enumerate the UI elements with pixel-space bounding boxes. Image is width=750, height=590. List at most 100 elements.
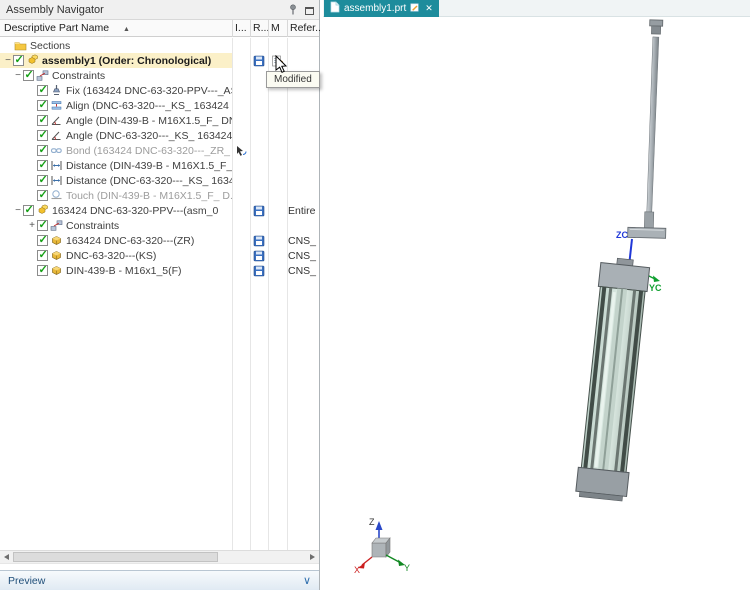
checkbox-checked[interactable] [37,145,48,156]
angle-constraint-icon [49,129,64,142]
tree-row-subassembly-163424[interactable]: − 163424 DNC-63-320-PPV---(asm_0 Entire [0,203,319,218]
expander-minus-icon[interactable]: − [13,68,23,83]
constraint-indicator-icon [232,143,250,158]
part-icon [49,249,64,262]
window-icon[interactable] [305,7,314,15]
column-modified[interactable]: M [268,20,287,37]
modified-tooltip: Modified [266,71,320,88]
column-read-only[interactable]: R... [250,20,268,37]
tree-row-constraint-bond[interactable]: Bond (163424 DNC-63-320---_ZR_ ... [0,143,319,158]
view-triad[interactable]: Z X Y [354,517,410,575]
saved-in-session-icon [250,263,268,278]
part-icon [49,234,64,247]
viewport-tab-bar: assembly1.prt ✕ [323,0,750,17]
3d-canvas[interactable]: ZC XC YC [323,17,750,590]
chevron-down-icon[interactable]: ∨ [303,574,311,587]
tab-assembly1-prt[interactable]: assembly1.prt ✕ [324,0,439,17]
checkbox-checked[interactable] [37,265,48,276]
tree-row-constraint-distance[interactable]: Distance (DIN-439-B - M16X1.5_F_... [0,158,319,173]
preview-section-header[interactable]: Preview ∨ [0,570,319,590]
column-reference-set[interactable]: Refer... [287,20,320,37]
part-document-icon [330,1,340,16]
angle-constraint-icon [49,114,64,127]
checkbox-checked[interactable] [37,220,48,231]
tree-row-constraint-touch[interactable]: Touch (DIN-439-B - M16X1.5_F_ D... [0,188,319,203]
pin-icon[interactable] [288,4,298,18]
constraints-icon [49,219,64,232]
row-label: 163424 DNC-63-320-PPV---(asm_0 [52,205,218,217]
tree-row-assembly1[interactable]: − assembly1 (Order: Chronological) [0,53,319,68]
tree-row-constraint-align[interactable]: Align (DNC-63-320---_KS_ 163424 ... [0,98,319,113]
expander-minus-icon[interactable]: − [3,53,13,68]
row-label: Angle (DNC-63-320---_KS_ 163424 ... [66,130,232,142]
align-constraint-icon [49,99,64,112]
assembly-icon [35,204,50,217]
tree-row-constraint-angle[interactable]: Angle (DNC-63-320---_KS_ 163424 ... [0,128,319,143]
row-label: Constraints [52,70,105,82]
row-label: Touch (DIN-439-B - M16X1.5_F_ D... [66,190,232,202]
expander-plus-icon[interactable]: + [27,218,37,233]
saved-in-session-icon [250,233,268,248]
sort-ascending-icon[interactable]: ▲ [123,26,130,33]
touch-constraint-icon [49,189,64,202]
part-icon [49,264,64,277]
row-label: Fix (163424 DNC-63-320-PPV---_AS... [66,85,232,97]
reference-set-value: CNS_ [288,248,319,263]
checkbox-checked[interactable] [37,175,48,186]
modified-icon[interactable] [268,53,286,68]
column-descriptive-part-name[interactable]: Descriptive Part Name ▲ [4,20,230,37]
assembly-navigator-panel: Assembly Navigator Descriptive Part Name… [0,0,320,590]
tree-row-part-ks[interactable]: DNC-63-320---(KS) CNS_ [0,248,319,263]
tree-row-sub-constraints[interactable]: + Constraints [0,218,319,233]
nx-window: Assembly Navigator Descriptive Part Name… [0,0,750,590]
scrollbar-thumb[interactable] [13,552,218,562]
triad-y-label: Y [404,563,410,573]
row-label: Sections [30,40,70,52]
checkbox-checked[interactable] [37,85,48,96]
checkbox-checked[interactable] [23,70,34,81]
triad-z-arrow [376,521,383,530]
row-label: Distance (DNC-63-320---_KS_ 1634... [66,175,232,187]
constraints-icon [35,69,50,82]
distance-constraint-icon [49,174,64,187]
tree-row-constraint-angle[interactable]: Angle (DIN-439-B - M16X1.5_F_ DN... [0,113,319,128]
navigator-column-header: Descriptive Part Name ▲ I... R... M Refer… [0,20,319,37]
row-label: DIN-439-B - M16x1_5(F) [66,265,182,277]
checkbox-checked[interactable] [37,250,48,261]
checkbox-checked[interactable] [37,115,48,126]
row-label: Align (DNC-63-320---_KS_ 163424 ... [66,100,232,112]
checkbox-checked[interactable] [37,190,48,201]
distance-constraint-icon [49,159,64,172]
scroll-left-icon[interactable] [0,551,13,563]
cylinder-body-component[interactable] [575,256,651,501]
checkbox-checked[interactable] [13,55,24,66]
checkbox-checked[interactable] [37,160,48,171]
tree-row-part-zr[interactable]: 163424 DNC-63-320---(ZR) CNS_ [0,233,319,248]
reference-set-value: CNS_ [288,233,319,248]
column-info[interactable]: I... [232,20,250,37]
saved-in-session-icon [250,248,268,263]
checkbox-checked[interactable] [37,235,48,246]
piston-rod-component[interactable] [628,19,672,238]
tree-row-constraint-distance[interactable]: Distance (DNC-63-320---_KS_ 1634... [0,173,319,188]
preview-label: Preview [8,575,45,587]
horizontal-scrollbar[interactable] [0,550,319,564]
column-name-label: Descriptive Part Name [4,22,109,34]
checkbox-checked[interactable] [37,130,48,141]
tab-close-icon[interactable]: ✕ [425,3,433,14]
graphics-window: assembly1.prt ✕ [323,0,750,590]
reference-set-value: CNS_ [288,263,319,278]
assembly-tree: Sections − assembly1 (Order: Chronologic… [0,38,319,550]
tab-modified-icon [410,3,419,15]
tree-row-sections[interactable]: Sections [0,38,319,53]
row-label: 163424 DNC-63-320---(ZR) [66,235,194,247]
scroll-right-icon[interactable] [306,551,319,563]
checkbox-checked[interactable] [23,205,34,216]
checkbox-checked[interactable] [37,100,48,111]
3d-scene[interactable]: ZC XC YC [323,17,750,590]
triad-z-label: Z [369,517,375,527]
expander-minus-icon[interactable]: − [13,203,23,218]
tree-row-part-din[interactable]: DIN-439-B - M16x1_5(F) CNS_ [0,263,319,278]
folder-icon [13,39,28,52]
row-label: Constraints [66,220,119,232]
